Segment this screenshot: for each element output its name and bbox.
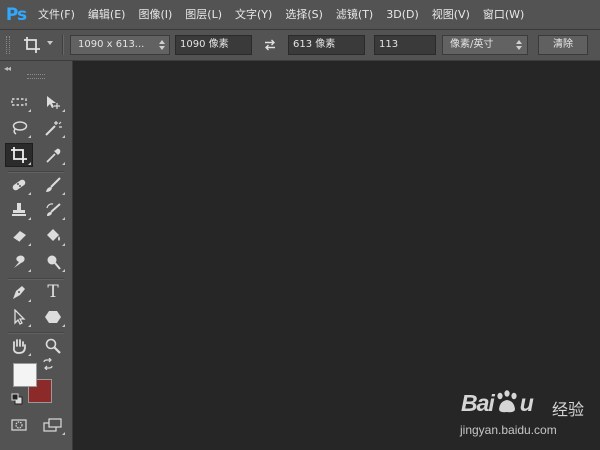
crop-preset-value: 1090 x 613... — [78, 39, 145, 50]
menu-edit[interactable]: 编辑(E) — [82, 0, 132, 29]
shape-icon[interactable] — [40, 306, 66, 328]
crop-preset-select[interactable]: 1090 x 613... — [70, 35, 170, 55]
foreground-color-swatch[interactable] — [13, 363, 37, 387]
paint-bucket-icon[interactable] — [40, 225, 66, 247]
menu-layer[interactable]: 图层(L) — [179, 0, 228, 29]
toolbox-separator — [8, 332, 64, 334]
history-brush-icon[interactable] — [40, 199, 66, 221]
resolution-unit-select[interactable]: 像素/英寸 — [442, 35, 528, 55]
resolution-unit-value: 像素/英寸 — [450, 39, 494, 50]
resolution-value: 113 — [379, 39, 399, 50]
toolbox-separator — [8, 171, 64, 173]
photoshop-logo: Ps — [5, 4, 27, 25]
eraser-icon[interactable] — [6, 225, 32, 247]
options-separator — [62, 35, 64, 55]
collapse-toolbox-button[interactable]: ◂◂ — [4, 64, 11, 73]
crop-width-field[interactable]: 1090 像素 — [175, 35, 252, 55]
crop-icon — [11, 147, 27, 163]
magic-wand-icon[interactable] — [40, 117, 66, 139]
quick-mask-icon[interactable] — [6, 414, 32, 436]
menu-view[interactable]: 视图(V) — [426, 0, 476, 29]
watermark-label: 经验 — [552, 400, 585, 419]
crop-width-value: 1090 像素 — [180, 39, 229, 50]
swap-icon[interactable] — [259, 35, 281, 55]
toolbox-separator — [8, 278, 64, 280]
menu-image[interactable]: 图像(I) — [132, 0, 178, 29]
watermark-brand: Bai u — [461, 390, 534, 416]
menu-3d[interactable]: 3D(D) — [380, 0, 425, 29]
menu-type[interactable]: 文字(Y) — [229, 0, 278, 29]
menu-items: 文件(F) 编辑(E) 图像(I) 图层(L) 文字(Y) 选择(S) 滤镜(T… — [32, 0, 531, 29]
default-colors-icon[interactable] — [9, 392, 25, 406]
menu-window[interactable]: 窗口(W) — [477, 0, 530, 29]
screen-mode-icon[interactable] — [40, 414, 66, 436]
updown-arrows-icon — [159, 40, 165, 50]
type-icon[interactable]: T — [40, 281, 66, 303]
zoom-icon[interactable] — [40, 335, 66, 357]
lasso-icon[interactable] — [6, 117, 32, 139]
menu-file[interactable]: 文件(F) — [32, 0, 81, 29]
move-icon[interactable] — [40, 91, 66, 113]
menu-select[interactable]: 选择(S) — [279, 0, 329, 29]
clear-button[interactable]: 清除 — [538, 35, 588, 55]
crop-height-field[interactable]: 613 像素 — [288, 35, 365, 55]
menu-filter[interactable]: 滤镜(T) — [330, 0, 379, 29]
crop-height-value: 613 像素 — [293, 39, 336, 50]
baidu-jingyan-watermark: Bai u 经验 jingyan.baidu.com — [455, 387, 595, 443]
brush-icon[interactable] — [40, 174, 66, 196]
pen-icon[interactable] — [6, 281, 32, 303]
smudge-icon[interactable] — [6, 251, 32, 273]
watermark-url: jingyan.baidu.com — [460, 423, 557, 437]
eyedropper-icon[interactable] — [40, 144, 66, 166]
path-selection-icon[interactable] — [6, 306, 32, 328]
options-bar-grip[interactable] — [6, 36, 10, 54]
swap-colors-icon[interactable] — [40, 357, 56, 371]
menu-bar: Ps 文件(F) 编辑(E) 图像(I) 图层(L) 文字(Y) 选择(S) 滤… — [0, 0, 600, 30]
dodge-icon[interactable] — [40, 251, 66, 273]
crop-icon[interactable] — [19, 34, 45, 56]
rectangular-marquee-icon[interactable] — [6, 91, 32, 113]
resolution-field[interactable]: 113 — [374, 35, 436, 55]
toolbox-grip[interactable] — [27, 74, 45, 79]
tool-preset-dropdown-arrow[interactable] — [47, 41, 53, 45]
updown-arrows-icon — [516, 40, 522, 50]
baidu-paw-icon — [497, 390, 517, 413]
clone-stamp-icon[interactable] — [6, 199, 32, 221]
spot-healing-brush-icon[interactable] — [6, 174, 32, 196]
hand-icon[interactable] — [6, 335, 32, 357]
crop-tool-button[interactable] — [5, 143, 33, 167]
